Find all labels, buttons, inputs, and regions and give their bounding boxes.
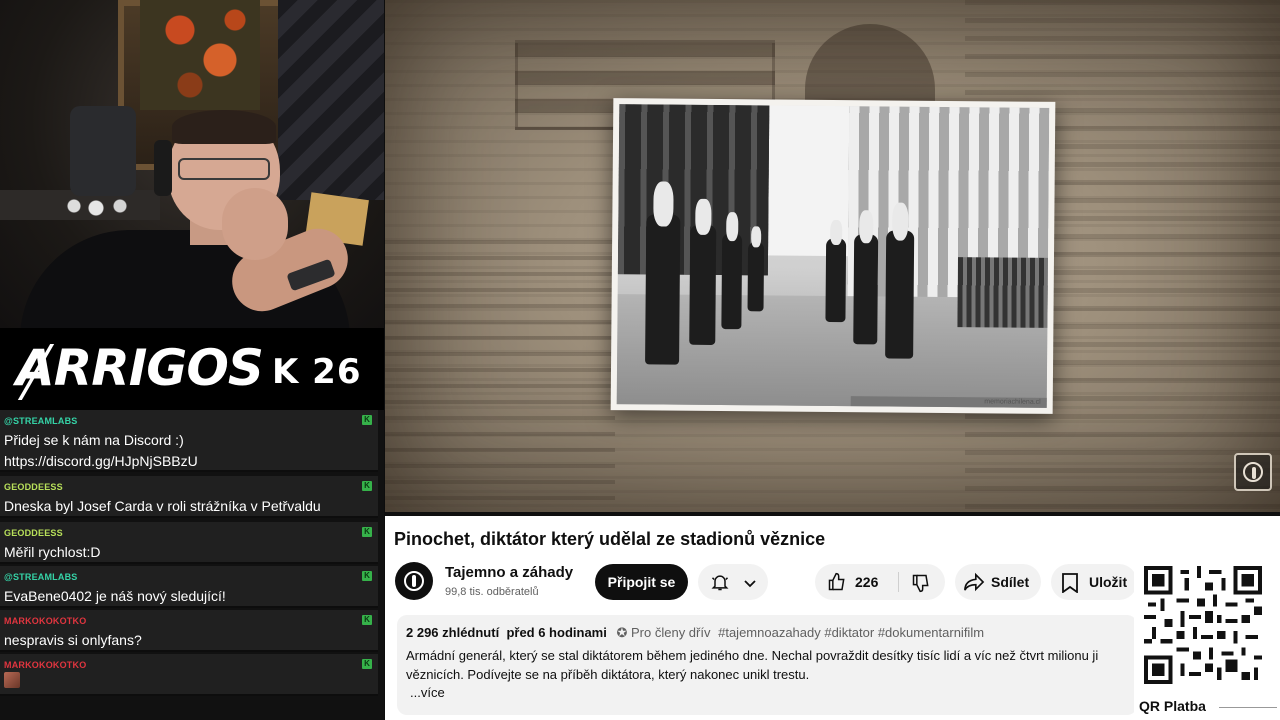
notification-button[interactable] <box>698 564 768 600</box>
chat-message: @STREAMLABS K Přidej se k nám na Discord… <box>0 410 378 472</box>
chat-username: @STREAMLABS <box>4 572 78 582</box>
headset <box>154 140 172 196</box>
chat-text: EvaBene0402 je náš nový sledující! <box>4 588 226 604</box>
kick-badge-icon: K <box>362 415 372 425</box>
video-player[interactable]: memoriachilena.cl <box>385 0 1280 512</box>
discord-link[interactable]: https://discord.gg/HJpNjSBBzU <box>4 453 198 469</box>
more-link[interactable]: ...více <box>410 685 445 700</box>
qr-payment-overlay: QR Platba <box>1134 560 1280 720</box>
description-line: věznicích. Podívejte se na příběh diktát… <box>406 667 810 682</box>
archival-photo: memoriachilena.cl <box>610 98 1056 414</box>
streamer-hand <box>222 188 288 260</box>
share-button[interactable]: Sdílet <box>955 564 1041 600</box>
members-icon: ✪ <box>616 625 628 640</box>
hashtags[interactable]: #tajemnoazahady #diktator #dokumentarnif… <box>718 625 984 640</box>
join-button[interactable]: Připojit se <box>595 564 688 600</box>
channel-name[interactable]: Tajemno a záhady <box>445 564 573 581</box>
chat-text: Dneska byl Josef Carda v roli strážníka … <box>4 498 321 514</box>
kick-badge-icon: K <box>362 481 372 491</box>
bookmark-icon <box>1062 573 1078 593</box>
webcam-feed <box>0 0 384 328</box>
like-dislike-group: 226 <box>815 564 945 600</box>
marcher <box>645 214 681 365</box>
progress-strip <box>385 512 1280 516</box>
share-label: Sdílet <box>991 574 1030 590</box>
stream-logo: ARRIGOS <box>16 336 264 400</box>
chat-message: MARKOKOKOTKO K nespravis si onlyfans? <box>0 610 378 652</box>
marcher <box>747 241 765 312</box>
marcher <box>885 230 915 359</box>
chat-line: Přidej se k nám na Discord :) <box>4 432 184 448</box>
acoustic-foam <box>278 0 384 200</box>
kick-badge-icon: K <box>362 527 372 537</box>
description-meta: 2 296 zhlédnutí před 6 hodinami ✪ Pro čl… <box>406 625 984 641</box>
upload-age: před 6 hodinami <box>506 625 607 640</box>
glasses <box>178 158 270 180</box>
save-label: Uložit <box>1089 574 1128 590</box>
thumbs-up-icon[interactable] <box>827 572 847 592</box>
emote-icon <box>4 672 20 688</box>
channel-avatar[interactable] <box>395 562 433 600</box>
chat-username: GEODDEESS <box>4 528 63 538</box>
qr-label: QR Platba <box>1139 698 1206 714</box>
description-box[interactable]: 2 296 zhlédnutí před 6 hodinami ✪ Pro čl… <box>397 615 1137 715</box>
share-icon <box>964 572 985 592</box>
save-button[interactable]: Uložit <box>1051 564 1137 600</box>
marcher <box>853 234 879 345</box>
bell-icon <box>711 575 729 591</box>
members-badge: ✪ Pro členy dřív <box>616 625 714 640</box>
chat-username: MARKOKOKOTKO <box>4 616 87 626</box>
kick-badge-icon: K <box>362 659 372 669</box>
photo-crowd <box>957 257 1050 328</box>
like-count[interactable]: 226 <box>855 564 878 600</box>
subscriber-count: 99,8 tis. odběratelů <box>445 586 539 598</box>
members-label: Pro členy dřív <box>631 625 711 640</box>
thumbs-down-icon[interactable] <box>911 573 931 593</box>
marcher <box>689 224 717 345</box>
chat-message: @STREAMLABS K EvaBene0402 je náš nový sl… <box>0 566 378 608</box>
chat-username: @STREAMLABS <box>4 416 78 426</box>
marcher <box>825 237 847 323</box>
description-line: Armádní generál, který se stal diktátore… <box>406 648 1099 663</box>
view-count: 2 296 zhlédnutí <box>406 625 500 640</box>
chat-username: MARKOKOKOTKO <box>4 660 87 670</box>
chevron-down-icon <box>744 580 756 588</box>
marcher <box>721 233 743 330</box>
chat-username: GEODDEESS <box>4 482 63 492</box>
video-title: Pinochet, diktátor který udělal ze stadi… <box>394 529 826 549</box>
chat-text: Měřil rychlost:D <box>4 544 101 560</box>
chat-message: GEODDEESS K Dneska byl Josef Carda v rol… <box>0 476 378 518</box>
flower-painting <box>140 0 260 110</box>
channel-watermark-icon[interactable] <box>1234 453 1272 491</box>
keyhole-icon <box>412 575 416 587</box>
figurines <box>64 196 144 216</box>
description-text: Armádní generál, který se stal diktátore… <box>406 646 1136 684</box>
kick-badge-icon: K <box>362 615 372 625</box>
chat-text: Přidej se k nám na Discord :) https://di… <box>4 430 372 472</box>
kick-badge-icon: K <box>362 571 372 581</box>
qr-code-icon <box>1144 566 1262 684</box>
chat-text: nespravis si onlyfans? <box>4 632 142 648</box>
chat-panel: @STREAMLABS K Přidej se k nám na Discord… <box>0 410 384 720</box>
chat-message: MARKOKOKOTKO K <box>0 654 378 696</box>
stream-tag: K 26 <box>272 352 362 392</box>
photo-watermark: memoriachilena.cl <box>984 398 1041 406</box>
microphone <box>70 106 136 196</box>
chat-message: GEODDEESS K Měřil rychlost:D <box>0 522 378 564</box>
